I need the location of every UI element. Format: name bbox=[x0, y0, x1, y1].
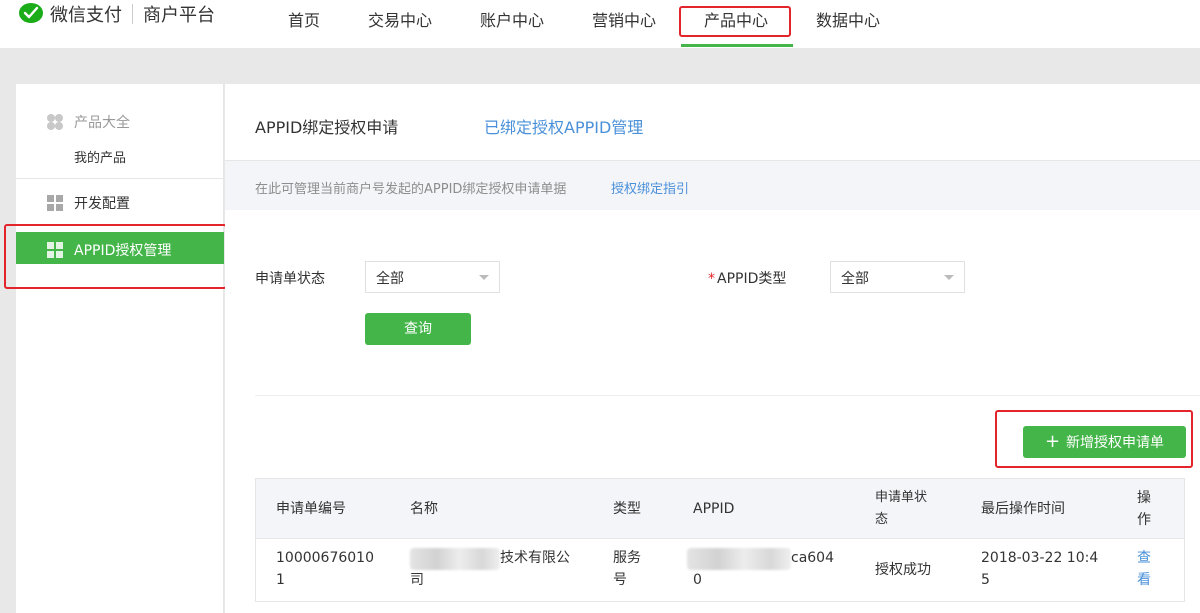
requests-table: 申请单编号 名称 类型 APPID 申请单状态 最后操作时间 操作 100006… bbox=[255, 478, 1185, 602]
column-header-appid: APPID bbox=[693, 501, 735, 517]
cell-type-line2: 号 bbox=[613, 572, 627, 588]
column-header-name: 名称 bbox=[410, 501, 438, 517]
sidebar: 产品大全 我的产品 开发配置 APPID授权管理 bbox=[16, 84, 224, 613]
product-clover-icon bbox=[46, 113, 64, 131]
top-navbar: 微信支付 商户平台 首页 交易中心 账户中心 营销中心 产品中心 数据中心 bbox=[0, 0, 1200, 48]
cell-appid-line2: 0 bbox=[693, 572, 702, 588]
logo-divider bbox=[132, 4, 133, 24]
column-header-type: 类型 bbox=[613, 501, 641, 517]
sidebar-item-appid-auth-content[interactable]: APPID授权管理 bbox=[46, 240, 171, 260]
nav-marketing-center[interactable]: 营销中心 bbox=[592, 7, 656, 31]
select-value: 全部 bbox=[376, 271, 404, 287]
new-auth-request-button[interactable]: + 新增授权申请单 bbox=[1023, 426, 1186, 458]
grid-icon bbox=[46, 194, 64, 212]
tab-bound-appid-manage[interactable]: 已绑定授权APPID管理 bbox=[484, 114, 643, 138]
cell-name-line2: 司 bbox=[410, 572, 424, 588]
cell-appid-line1: ca604 bbox=[791, 550, 834, 566]
view-link-line1: 查 bbox=[1137, 550, 1151, 566]
required-star-icon: * bbox=[708, 271, 715, 287]
sidebar-item-dev-config[interactable]: 开发配置 bbox=[46, 193, 130, 213]
table-header-row: 申请单编号 名称 类型 APPID 申请单状态 最后操作时间 操作 bbox=[256, 479, 1184, 539]
grid-icon bbox=[46, 241, 64, 259]
appid-type-label-text: APPID类型 bbox=[717, 271, 787, 287]
guide-link[interactable]: 授权绑定指引 bbox=[611, 178, 689, 197]
redacted-name-blur bbox=[410, 548, 500, 570]
cell-time: 2018-03-22 10:4 5 bbox=[981, 547, 1098, 591]
sidebar-divider bbox=[16, 178, 224, 179]
appid-type-filter-label: * APPID类型 bbox=[708, 268, 786, 288]
section-divider bbox=[255, 395, 1200, 396]
cell-time-line2: 5 bbox=[981, 572, 990, 588]
select-value: 全部 bbox=[841, 271, 869, 287]
wechat-pay-icon bbox=[18, 2, 46, 26]
sidebar-item-label: 开发配置 bbox=[74, 196, 130, 212]
cell-id: 10000676010 1 bbox=[276, 547, 374, 591]
appid-type-select[interactable]: 全部 bbox=[830, 261, 965, 293]
nav-trade-center[interactable]: 交易中心 bbox=[368, 7, 432, 31]
caret-down-icon bbox=[479, 275, 489, 280]
status-filter-select[interactable]: 全部 bbox=[365, 261, 500, 293]
logo-text: 微信支付 bbox=[50, 5, 122, 26]
cell-id-line1: 10000676010 bbox=[276, 550, 374, 566]
cell-type-line1: 服务 bbox=[613, 550, 641, 566]
main-panel: APPID绑定授权申请 已绑定授权APPID管理 在此可管理当前商户号发起的AP… bbox=[225, 84, 1200, 613]
column-header-status: 申请单状态 bbox=[875, 490, 928, 527]
status-filter-label: 申请单状态 bbox=[255, 271, 325, 287]
column-header-id: 申请单编号 bbox=[276, 501, 346, 517]
column-header-action: 操作 bbox=[1137, 490, 1151, 528]
cell-time-line1: 2018-03-22 10:4 bbox=[981, 550, 1099, 566]
notice-bar: 在此可管理当前商户号发起的APPID绑定授权申请单据 授权绑定指引 bbox=[225, 160, 1200, 210]
cell-type: 服务号 bbox=[613, 547, 641, 591]
view-link[interactable]: 查看 bbox=[1137, 547, 1151, 591]
tab-appid-bind-request[interactable]: APPID绑定授权申请 bbox=[255, 114, 398, 138]
view-link-line2: 看 bbox=[1137, 572, 1151, 588]
caret-down-icon bbox=[944, 275, 954, 280]
wechat-pay-logo[interactable]: 微信支付 商户平台 bbox=[18, 2, 215, 26]
query-button[interactable]: 查询 bbox=[365, 313, 471, 345]
nav-data-center[interactable]: 数据中心 bbox=[816, 7, 880, 31]
cell-status: 授权成功 bbox=[875, 562, 931, 578]
cell-name-line1: 技术有限公 bbox=[500, 550, 570, 566]
nav-product-center[interactable]: 产品中心 bbox=[704, 7, 768, 31]
sidebar-group-label: 产品大全 bbox=[74, 115, 130, 131]
nav-active-indicator bbox=[681, 44, 793, 47]
platform-name: 商户平台 bbox=[143, 5, 215, 26]
nav-home[interactable]: 首页 bbox=[288, 7, 320, 31]
sidebar-item-label: APPID授权管理 bbox=[74, 243, 172, 259]
redacted-appid-blur bbox=[687, 548, 791, 570]
plus-icon: + bbox=[1044, 431, 1061, 452]
notice-text: 在此可管理当前商户号发起的APPID绑定授权申请单据 bbox=[255, 182, 567, 197]
sidebar-group-products[interactable]: 产品大全 bbox=[46, 112, 130, 132]
nav-account-center[interactable]: 账户中心 bbox=[480, 7, 544, 31]
column-header-time: 最后操作时间 bbox=[981, 501, 1065, 517]
sidebar-item-my-products[interactable]: 我的产品 bbox=[74, 147, 126, 166]
cell-id-line2: 1 bbox=[276, 572, 285, 588]
new-auth-request-label: 新增授权申请单 bbox=[1066, 435, 1165, 451]
